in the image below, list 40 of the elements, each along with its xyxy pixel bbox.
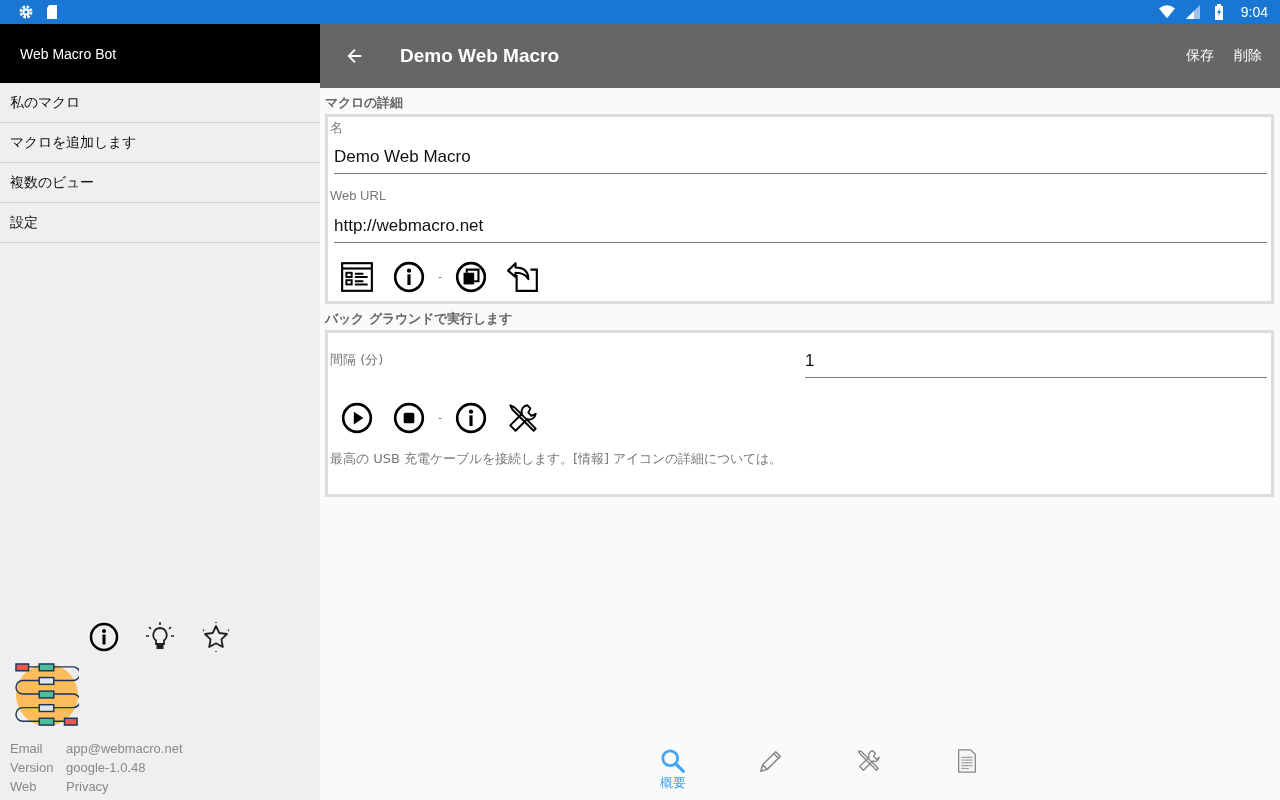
settings-icon [18, 4, 34, 20]
stop-icon[interactable] [392, 401, 426, 435]
signal-icon [1184, 4, 1201, 20]
list-window-icon[interactable] [340, 260, 374, 294]
play-icon[interactable] [340, 401, 374, 435]
info-icon[interactable] [454, 401, 489, 435]
info-label: Version [10, 759, 55, 777]
info-value: app@webmacro.net [66, 740, 184, 758]
app-title: Web Macro Bot [20, 45, 117, 62]
info-icon[interactable] [392, 260, 426, 294]
info-icon[interactable] [88, 621, 120, 653]
info-label: Email [10, 740, 44, 758]
search-icon [660, 748, 686, 774]
field-label: 名 [330, 119, 344, 137]
info-value: Privacy [66, 778, 110, 796]
page-title: Demo Web Macro [400, 45, 560, 67]
field-label: 間隔 (分) [330, 351, 385, 369]
info-value: google-1.0.48 [66, 759, 147, 777]
wifi-icon [1158, 4, 1175, 20]
logo-drawing [15, 663, 79, 727]
section-heading: マクロの詳細 [325, 94, 404, 112]
star-icon[interactable] [200, 621, 232, 653]
separator-text: - [438, 411, 443, 425]
toolbar-action[interactable]: 保存 [1166, 47, 1214, 65]
interval-field[interactable]: 1 [805, 347, 1267, 378]
hint-text: 最高の USB 充電ケーブルを接続します。[情報] アイコンの詳細については。 [330, 450, 784, 468]
pencil-icon [758, 748, 784, 774]
field-label: Web URL [330, 188, 388, 205]
separator-text: - [438, 270, 443, 284]
sd-card-icon [44, 4, 60, 20]
share-arrow-icon[interactable] [506, 260, 541, 294]
toolbar-action[interactable]: 削除 [1214, 47, 1262, 65]
tools-icon [856, 748, 882, 774]
section-heading: バック グラウンドで実行します [325, 310, 513, 328]
name-field[interactable]: Demo Web Macro [334, 143, 1267, 174]
back-arrow-icon[interactable] [346, 47, 364, 65]
clock-time: 9:04 [1240, 4, 1268, 20]
url-field[interactable]: http://webmacro.net [334, 212, 1267, 243]
copy-icon[interactable] [454, 260, 489, 294]
info-label: Web [10, 778, 38, 796]
